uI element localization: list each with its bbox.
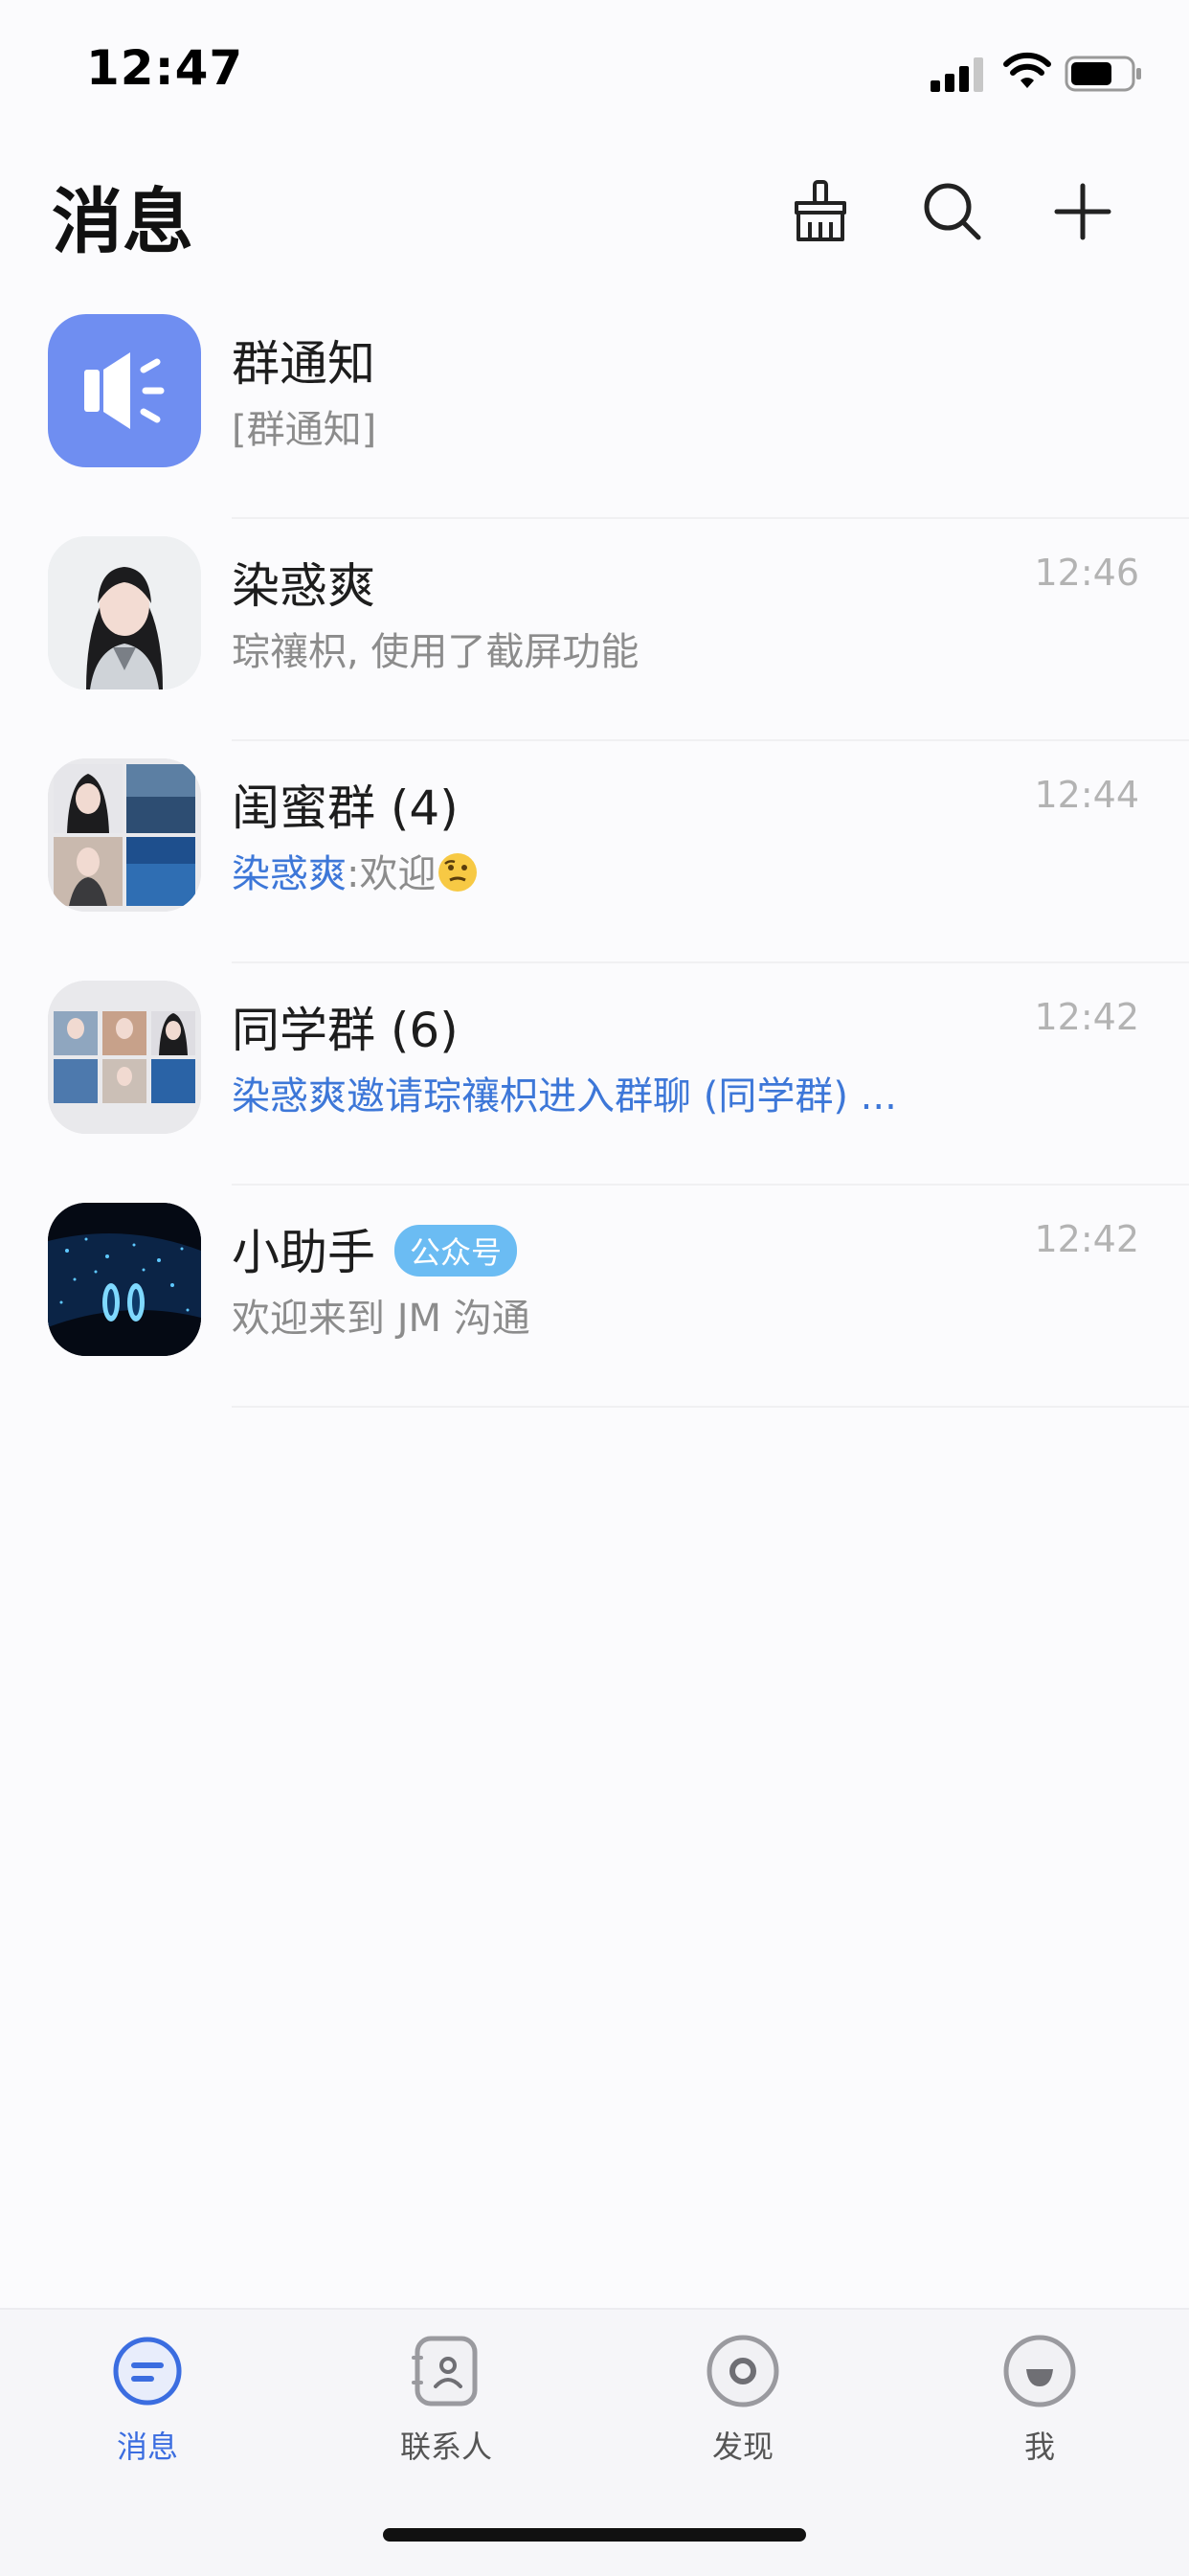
group-notice-avatar	[48, 314, 201, 467]
battery-icon	[1065, 56, 1141, 92]
signal-icon	[931, 57, 983, 92]
sender-name: 染惑爽	[232, 852, 347, 896]
divider	[232, 1406, 1189, 1408]
chat-preview: 染惑爽邀请琮禳枳进入群聊 (同学群) ...	[232, 1074, 897, 1119]
broom-icon[interactable]	[787, 178, 854, 245]
chat-title: 同学群 (6)	[232, 1003, 459, 1058]
chat-title: 闺蜜群 (4)	[232, 780, 459, 836]
message-text: :欢迎	[347, 852, 437, 896]
tab-label: 发现	[711, 2429, 774, 2465]
chat-title: 小助手 公众号	[232, 1214, 518, 1283]
chat-title: 染惑爽	[232, 558, 375, 614]
chat-preview: 染惑爽:欢迎	[232, 843, 480, 898]
wifi-icon	[1003, 52, 1051, 88]
chat-preview: 欢迎来到 JM 沟通	[232, 1297, 530, 1341]
chat-preview: 琮禳枳, 使用了截屏功能	[232, 630, 639, 674]
chat-row-assistant[interactable]: 小助手 公众号 12:42 欢迎来到 JM 沟通	[0, 1186, 1189, 1408]
tab-label: 联系人	[399, 2429, 492, 2465]
chat-time: 12:44	[1034, 774, 1139, 816]
chat-row-individual[interactable]: 染惑爽 12:46 琮禳枳, 使用了截屏功能	[0, 519, 1189, 741]
tab-messages[interactable]: 消息	[52, 2333, 243, 2467]
contacts-icon	[412, 2336, 478, 2407]
discover-icon	[707, 2335, 779, 2407]
chat-time: 12:42	[1034, 996, 1139, 1038]
tab-label: 消息	[116, 2429, 178, 2465]
chat-row-group-notice[interactable]: 群通知 [群通知]	[0, 297, 1189, 519]
group-avatar	[48, 981, 201, 1134]
plus-icon[interactable]	[1049, 178, 1116, 245]
chat-title-text: 小助手	[232, 1225, 375, 1280]
status-time: 12:47	[86, 40, 244, 96]
tab-discover[interactable]: 发现	[647, 2333, 839, 2467]
tab-label: 我	[1023, 2429, 1055, 2465]
message-icon	[113, 2337, 182, 2406]
tab-contacts[interactable]: 联系人	[350, 2333, 542, 2467]
status-bar: 12:47	[0, 0, 1189, 144]
profile-icon	[1003, 2335, 1076, 2407]
page-title: 消息	[52, 181, 193, 263]
chat-row-group[interactable]: 同学群 (6) 12:42 染惑爽邀请琮禳枳进入群聊 (同学群) ...	[0, 963, 1189, 1186]
group-avatar	[48, 758, 201, 912]
chat-time: 12:42	[1034, 1218, 1139, 1260]
tab-me[interactable]: 我	[944, 2333, 1135, 2467]
avatar	[48, 536, 201, 689]
official-account-badge: 公众号	[394, 1224, 518, 1277]
assistant-avatar	[48, 1203, 201, 1356]
chat-row-group[interactable]: 闺蜜群 (4) 12:44 染惑爽:欢迎	[0, 741, 1189, 963]
chat-title: 群通知	[232, 336, 375, 392]
home-indicator	[383, 2528, 806, 2542]
chat-time: 12:46	[1034, 552, 1139, 594]
chat-list: 群通知 [群通知] 染惑爽 12:46 琮禳枳, 使用了截屏功能 闺蜜群 (4)…	[0, 297, 1189, 1408]
speaker-icon	[84, 352, 165, 429]
thinking-emoji-icon	[438, 853, 478, 892]
chat-preview: [群通知]	[232, 408, 377, 452]
header: 消息	[0, 144, 1189, 287]
search-icon[interactable]	[919, 178, 986, 245]
